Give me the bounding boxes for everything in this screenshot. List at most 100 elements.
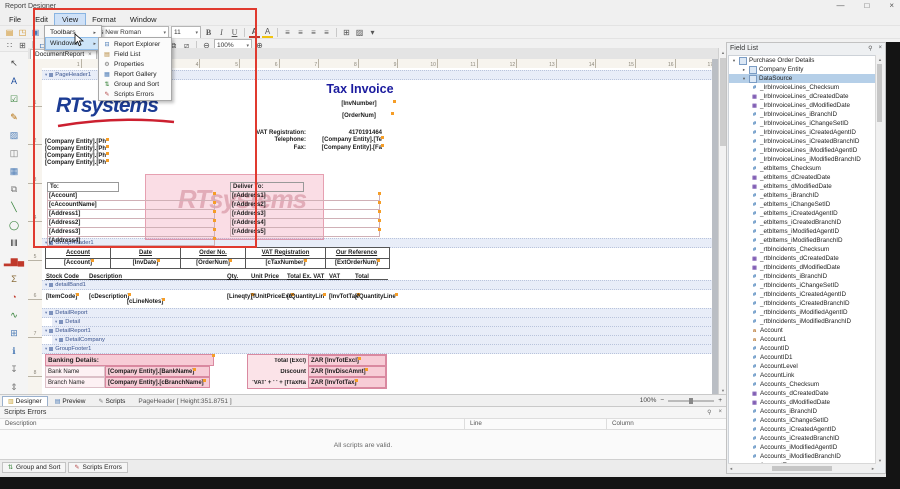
align-left-icon[interactable]: ≡ (282, 27, 293, 38)
field-list-item[interactable]: _IrbInvoiceLines_iCreatedAgentID (729, 128, 875, 137)
field-list-item[interactable]: _IrbInvoiceLines_Checksum (729, 83, 875, 92)
subreport-tool-icon[interactable]: ⊞ (2, 324, 26, 342)
save-icon[interactable]: ▣ (30, 27, 41, 38)
zoom-in-icon[interactable]: + (718, 397, 722, 404)
address-row[interactable]: [rAddress5] (230, 228, 380, 237)
field-list-item[interactable]: Accounts_iChangeSetID (729, 416, 875, 425)
deliver-to-label-cell[interactable]: Deliver To: (230, 182, 304, 192)
tab-preview[interactable]: ▤ Preview (49, 396, 92, 407)
field-list-item[interactable]: _etbItems_iChangeSetID (729, 200, 875, 209)
line-tool-icon[interactable]: ╲ (2, 198, 26, 216)
minimize-button[interactable]: — (836, 1, 844, 10)
total-value-cell[interactable]: ZAR [InvDiscAmnt] (308, 366, 386, 377)
submenu-item-group-and-sort[interactable]: ⇅ Group and Sort (100, 79, 170, 89)
pagebreak-tool-icon[interactable]: ↧ (2, 360, 26, 378)
pointer-tool-icon[interactable]: ↖ (2, 54, 26, 72)
table-tool-icon[interactable]: ▦ (2, 162, 26, 180)
detail-value-cell[interactable]: [fQuantityLin (286, 285, 328, 303)
field-list-item[interactable]: _IrbInvoiceLines_iChangeSetID (729, 119, 875, 128)
field-list-item[interactable]: AccountID1 (729, 353, 875, 362)
detail-value-cell[interactable]: [InvTotTax (328, 285, 354, 303)
field-list-item[interactable]: _etbItems_iModifiedBranchID (729, 236, 875, 245)
detail-value-cell[interactable]: [ItemCode] (45, 285, 88, 303)
snap-to-grid-icon[interactable]: ∷ (4, 40, 15, 51)
more-formatting-icon[interactable]: ▾ (367, 27, 378, 38)
pivotgrid-tool-icon[interactable]: Σ (2, 270, 26, 288)
field-list-item[interactable]: _IrbInvoiceLines_iModifiedAgentID (729, 146, 875, 155)
total-value-cell[interactable]: ZAR [InvTotExcl] (308, 355, 386, 366)
zoom-slider[interactable] (668, 400, 714, 402)
submenu-item-properties[interactable]: ⚙ Properties (100, 59, 170, 69)
field-list-item[interactable]: Account (729, 326, 875, 335)
field-list-item[interactable]: _rtbIncidents_iBranchID (729, 272, 875, 281)
close-tab-icon[interactable]: × (88, 52, 92, 58)
address-row[interactable]: [cAccountName] (47, 201, 215, 210)
band-collapse-icon[interactable]: ▾ (45, 310, 47, 316)
panel-tab-scripts-errors[interactable]: ✎ Scripts Errors (68, 462, 127, 473)
scroll-thumb[interactable] (772, 466, 832, 471)
expand-collapse-icon[interactable]: ▾ (731, 58, 737, 64)
gauge-tool-icon[interactable]: ◔ (2, 288, 26, 306)
submenu-item-report-gallery[interactable]: ▦ Report Gallery (100, 69, 170, 79)
banking-value-cell[interactable]: [Company Entity].[BankName] (105, 366, 210, 377)
address-row[interactable]: [rAddress3] (230, 210, 380, 219)
close-panel-icon[interactable]: × (718, 409, 722, 416)
field-list-item[interactable]: _IrbInvoiceLines_iCreatedBranchID (729, 137, 875, 146)
menu-view[interactable]: View (55, 14, 85, 25)
show-grid-icon[interactable]: ⊞ (17, 40, 28, 51)
picturebox-tool-icon[interactable]: ▨ (2, 126, 26, 144)
column-line[interactable]: Line (470, 420, 482, 427)
field-list-item[interactable]: _etbItems_iBranchID (729, 191, 875, 200)
tab-designer[interactable]: ▥ Designer (2, 396, 48, 407)
field-list-item[interactable]: Accounts_iModifiedAgentID (729, 443, 875, 452)
barcode-tool-icon[interactable]: ‖‖ (2, 234, 26, 252)
charactercomb-tool-icon[interactable]: ⧉ (2, 180, 26, 198)
zoom-out-icon[interactable]: − (660, 397, 664, 404)
expand-collapse-icon[interactable]: ▾ (741, 76, 747, 82)
total-row[interactable]: Discount ZAR [InvDiscAmnt] (248, 366, 386, 377)
field-list-item[interactable]: _IrbInvoiceLines_iModifiedBranchID (729, 155, 875, 164)
company-info-row[interactable]: VAT Registration: 4170191464 (242, 129, 382, 137)
chart-tool-icon[interactable]: ▂▆▄ (2, 252, 26, 270)
menu-edit[interactable]: Edit (28, 14, 55, 25)
pin-icon[interactable]: ⚲ (868, 45, 872, 52)
checkbox-tool-icon[interactable]: ☑ (2, 90, 26, 108)
band-groupfooter[interactable]: ▾ GroupFooter1 (42, 344, 712, 354)
field-list-item[interactable]: AccountLink (729, 371, 875, 380)
new-document-icon[interactable]: ▤ (4, 27, 15, 38)
borders-icon[interactable]: ⊞ (341, 27, 352, 38)
detail-value-cell[interactable]: [fUnitPriceExc (250, 285, 286, 303)
detail-value-cell[interactable]: [Lineqty] (226, 285, 250, 303)
field-list-item[interactable]: AccountLevel (729, 362, 875, 371)
address-row[interactable]: [Address3] (47, 228, 215, 237)
font-color-icon[interactable]: A (249, 27, 260, 38)
menu-format[interactable]: Format (85, 14, 123, 25)
field-list-item[interactable]: _etbItems_dCreatedDate (729, 173, 875, 182)
field-list-tree[interactable]: ▾ Purchase Order Details ▸ Company Entit… (728, 55, 876, 464)
field-list-item[interactable]: _etbItems_iCreatedBranchID (729, 218, 875, 227)
invoice-number-field[interactable]: [InvNumber] (324, 101, 394, 107)
menu-file[interactable]: File (2, 14, 28, 25)
submenu-item-scripts-errors[interactable]: ✎ Scripts Errors (100, 89, 170, 99)
field-list-item[interactable]: _IrbInvoiceLines_dCreatedDate (729, 92, 875, 101)
company-address-row[interactable]: [Company Entity].[Ph (45, 146, 107, 153)
band-collapse-icon[interactable]: ▾ (45, 72, 47, 78)
field-list-item[interactable]: _rtbIncidents_iModifiedBranchID (729, 317, 875, 326)
pin-icon[interactable]: ⚲ (707, 409, 711, 416)
maximize-button[interactable]: □ (864, 1, 869, 10)
report-page[interactable]: ▾ PageHeader1 RTsystems RTsystems Tax In… (42, 68, 712, 394)
order-number-field[interactable]: [OrderNum] (326, 113, 392, 119)
summary-header-cell[interactable]: Our Reference (326, 248, 387, 258)
banking-details-title[interactable]: Banking Details: (45, 354, 214, 366)
field-list-item[interactable]: _rtbIncidents_iCreatedAgentID (729, 290, 875, 299)
field-list-item[interactable]: _rtbIncidents_dCreatedDate (729, 254, 875, 263)
total-row[interactable]: 'VAT' + ' ' + [fTaxRa ZAR [InvTotTax] (248, 377, 386, 388)
field-list-item[interactable]: Accounts_iCreatedBranchID (729, 434, 875, 443)
to-label-cell[interactable]: To: (47, 182, 119, 192)
field-list-item[interactable]: _rtbIncidents_iModifiedAgentID (729, 308, 875, 317)
submenu-item-report-explorer[interactable]: ⊟ Report Explorer (100, 39, 170, 49)
tree-node-company-entity[interactable]: ▸ Company Entity (729, 65, 875, 74)
field-list-item[interactable]: _rtbIncidents_dModifiedDate (729, 263, 875, 272)
field-list-item[interactable]: Accounts_Checksum (729, 380, 875, 389)
zoom-slider-thumb[interactable] (689, 398, 693, 404)
